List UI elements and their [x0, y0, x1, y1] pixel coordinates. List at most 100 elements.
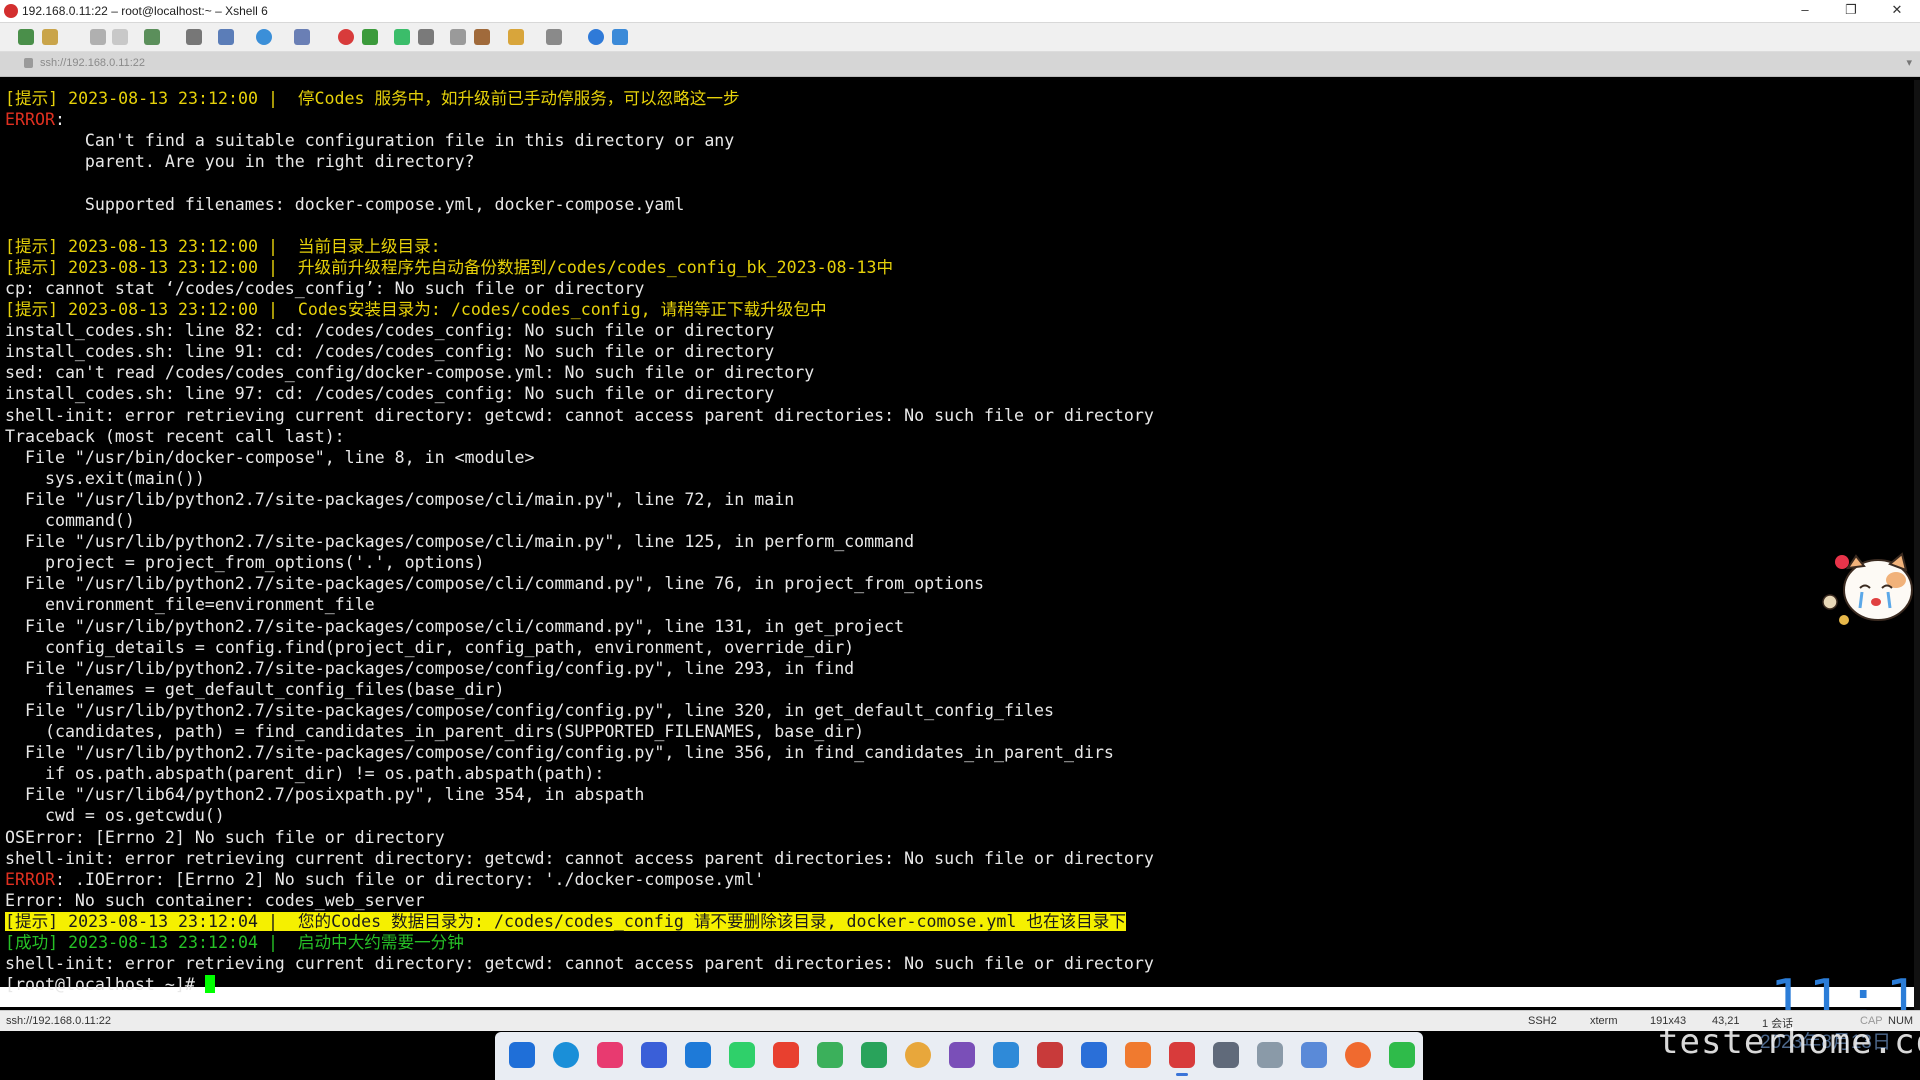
taskbar-edge-icon[interactable] [553, 1042, 579, 1068]
terminal-line: parent. Are you in the right directory? [5, 152, 475, 172]
close-button[interactable]: ✕ [1874, 0, 1920, 22]
terminal-line: File "/usr/lib/python2.7/site-packages/c… [5, 658, 855, 678]
taskbar-wechat-icon[interactable] [1389, 1042, 1415, 1068]
terminal-line: [提示] 2023-08-13 23:12:00 | Codes安装目录为: /… [5, 300, 827, 319]
globe-icon[interactable] [256, 29, 272, 45]
taskbar-firefox-icon[interactable] [1345, 1042, 1371, 1068]
terminal-line: Can't find a suitable configuration file… [5, 131, 735, 151]
maximize-button[interactable]: ❐ [1828, 0, 1874, 22]
terminal-line: [提示] 2023-08-13 23:12:00 | 升级前升级程序先自动备份数… [5, 257, 894, 277]
taskbar [495, 1032, 1423, 1080]
record-icon[interactable] [338, 29, 354, 45]
reconnect-icon[interactable] [90, 29, 106, 45]
terminal-cursor[interactable] [204, 975, 215, 994]
taskbar-xmind-icon[interactable] [773, 1042, 799, 1068]
terminal-line: File "/usr/lib/python2.7/site-packages/c… [5, 489, 795, 509]
status-connection: ssh://192.168.0.11:22 [6, 1015, 111, 1027]
terminal-line: ERROR: [5, 109, 65, 130]
terminal-line: cwd = os.getcwdu() [5, 806, 225, 826]
taskbar-redis-icon[interactable] [1037, 1042, 1063, 1068]
lock-icon[interactable] [418, 29, 434, 45]
new-session-icon[interactable] [18, 29, 34, 45]
xshell-app-icon [4, 4, 18, 18]
terminal-line: [成功] 2023-08-13 23:12:04 | 启动中大约需要一分钟 [5, 933, 464, 952]
terminal-line: install_codes.sh: line 82: cd: /codes/co… [5, 321, 775, 341]
terminal-line: File "/usr/lib/python2.7/site-packages/c… [5, 700, 1054, 720]
find-icon[interactable] [186, 29, 202, 45]
taskbar-chat-icon[interactable] [1257, 1042, 1283, 1068]
taskbar-android-icon[interactable] [817, 1042, 843, 1068]
font-icon[interactable] [294, 29, 310, 45]
taskbar-eye-icon[interactable] [1301, 1042, 1327, 1068]
tile-icon[interactable] [546, 29, 562, 45]
fullscreen-icon[interactable] [394, 29, 410, 45]
terminal-line: Supported filenames: docker-compose.yml,… [5, 194, 685, 214]
xftp-icon[interactable] [362, 29, 378, 45]
terminal-line: ERROR: .IOError: [Errno 2] No such file … [5, 869, 764, 890]
terminal-line: Error: No such container: codes_web_serv… [5, 890, 425, 910]
properties-icon[interactable] [218, 29, 234, 45]
keyboard-icon[interactable] [450, 29, 466, 45]
scrollbar[interactable] [1914, 80, 1920, 1010]
terminal-line: sed: can't read /codes/codes_config/dock… [5, 363, 815, 383]
terminal-line: [提示] 2023-08-13 23:12:04 | 您的Codes 数据目录为… [5, 911, 1126, 932]
taskbar-obs-icon[interactable] [949, 1042, 975, 1068]
help-icon[interactable] [588, 29, 604, 45]
taskbar-chrome-icon[interactable] [905, 1042, 931, 1068]
terminal-line: shell-init: error retrieving current dir… [5, 405, 1154, 425]
taskbar-webstorm-icon[interactable] [685, 1042, 711, 1068]
address-input[interactable] [40, 57, 640, 69]
taskbar-wireshark-icon[interactable] [993, 1042, 1019, 1068]
taskbar-xshell-icon[interactable] [1169, 1042, 1195, 1076]
terminal-line: environment_file=environment_file [5, 595, 375, 615]
taskbar-start-icon[interactable] [509, 1042, 535, 1068]
terminal-line: File "/usr/lib/python2.7/site-packages/c… [5, 574, 985, 594]
minimize-button[interactable]: – [1782, 0, 1828, 22]
terminal-line: (candidates, path) = find_candidates_in_… [5, 722, 865, 741]
terminal-line: File "/usr/lib/python2.7/site-packages/c… [5, 743, 1114, 763]
terminal-line: Traceback (most recent call last): [5, 426, 345, 446]
address-bar: ▾ [0, 52, 1920, 77]
lock-icon [24, 58, 33, 68]
terminal-output[interactable]: [提示] 2023-08-13 23:12:00 | 停Codes 服务中，如升… [0, 80, 1920, 1010]
open-folder-icon[interactable] [42, 29, 58, 45]
terminal-line: command() [5, 511, 135, 530]
toolbar [0, 23, 1920, 52]
terminal-line: sys.exit(main()) [5, 468, 205, 488]
terminal-line: project = project_from_options('.', opti… [5, 553, 485, 573]
terminal-line: File "/usr/bin/docker-compose", line 8, … [5, 447, 535, 467]
terminal-line: OSError: [Errno 2] No such file or direc… [5, 827, 445, 847]
highlight-line-background [0, 987, 1920, 1007]
taskbar-pycharm-icon[interactable] [729, 1042, 755, 1068]
taskbar-postman-icon[interactable] [1125, 1042, 1151, 1068]
taskbar-paint-icon[interactable] [1081, 1042, 1107, 1068]
title-bar: 192.168.0.11:22 – root@localhost:~ – Xsh… [0, 0, 1920, 23]
terminal-line: if os.path.abspath(parent_dir) != os.pat… [5, 764, 605, 784]
terminal-line: [提示] 2023-08-13 23:12:00 | 当前目录上级目录: [5, 236, 441, 256]
terminal-line: [root@localhost ~]# [5, 974, 215, 995]
error-label: ERROR [5, 110, 55, 130]
terminal-line: shell-init: error retrieving current dir… [5, 954, 1154, 974]
taskbar-goland-icon[interactable] [641, 1042, 667, 1068]
terminal-line: filenames = get_default_config_files(bas… [5, 679, 505, 699]
disconnect-icon[interactable] [112, 29, 128, 45]
layout-icon[interactable] [508, 29, 524, 45]
terminal-line: File "/usr/lib/python2.7/site-packages/c… [5, 616, 905, 636]
chat-bubble-icon[interactable] [612, 29, 628, 45]
status-protocol: SSH2 [1528, 1015, 1557, 1027]
status-bar: ssh://192.168.0.11:22 SSH2 xterm 191x43 … [0, 1010, 1920, 1031]
terminal-line: File "/usr/lib64/python2.7/posixpath.py"… [5, 785, 645, 805]
taskbar-gitkraken-icon[interactable] [861, 1042, 887, 1068]
terminal-line: cp: cannot stat ‘/codes/codes_config’: N… [5, 278, 645, 298]
compose-icon[interactable] [474, 29, 490, 45]
taskbar-intellij-icon[interactable] [597, 1042, 623, 1068]
address-dropdown-icon[interactable]: ▾ [1906, 56, 1912, 69]
cat-sticker [1822, 552, 1913, 625]
watermark: testerhome.com [1658, 1022, 1920, 1062]
terminal-line: [提示] 2023-08-13 23:12:00 | 停Codes 服务中，如升… [5, 89, 740, 108]
status-terminal-type: xterm [1590, 1015, 1618, 1027]
transfer-icon[interactable] [144, 29, 160, 45]
shell-prompt: [root@localhost ~]# [5, 975, 205, 995]
terminal-line: config_details = config.find(project_dir… [5, 637, 855, 657]
taskbar-vmware-icon[interactable] [1213, 1042, 1239, 1068]
